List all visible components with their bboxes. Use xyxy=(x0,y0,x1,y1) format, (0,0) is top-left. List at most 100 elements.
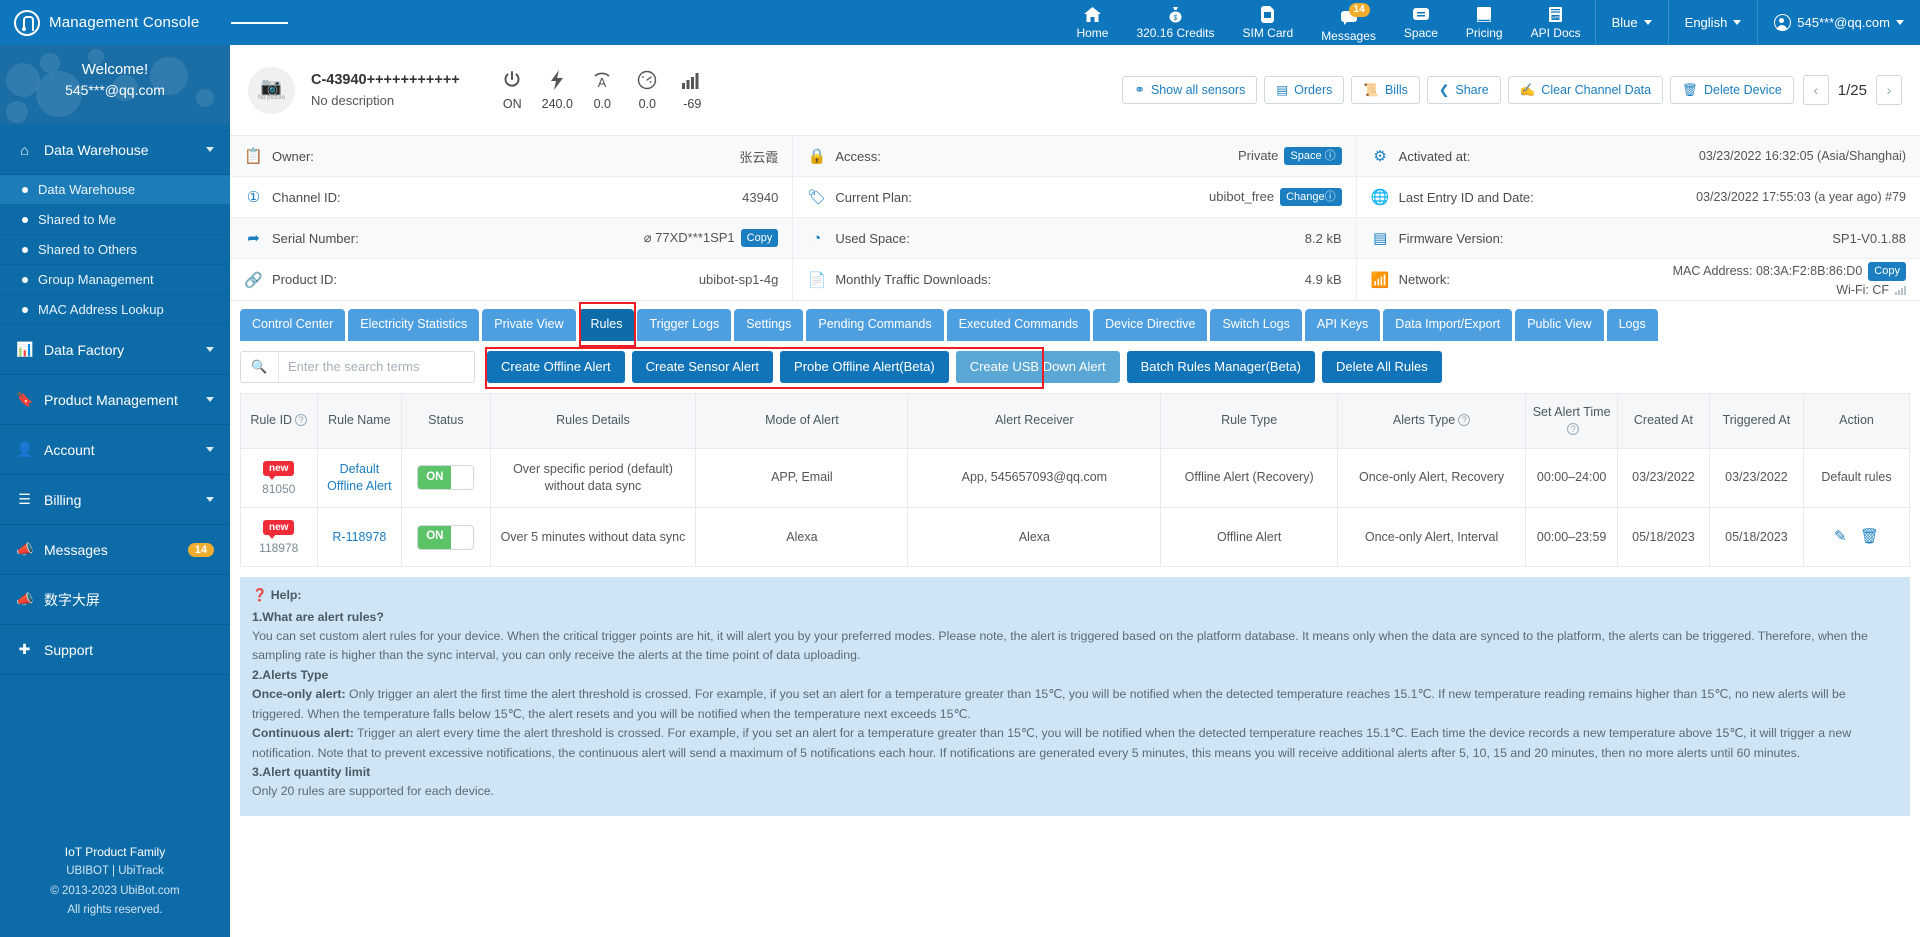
sidebar-footer: IoT Product Family UBIBOT | UbiTrack © 2… xyxy=(0,828,230,937)
account-menu-label: 545***@qq.com xyxy=(1797,15,1890,30)
tab-pending-commands[interactable]: Pending Commands xyxy=(806,309,944,341)
tab-trigger-logs[interactable]: Trigger Logs xyxy=(637,309,732,341)
user-icon: 👤 xyxy=(16,441,34,457)
delete-device-button[interactable]: 🗑 Delete Device xyxy=(1670,75,1794,105)
create-usb-down-alert-button[interactable]: Create USB Down Alert xyxy=(955,350,1120,384)
sidebar-subitem-group-management[interactable]: Group Management xyxy=(0,265,230,295)
sidebar-item-messages[interactable]: 📣 Messages 14 xyxy=(0,525,230,574)
status-toggle[interactable]: ON xyxy=(417,465,475,491)
sidebar-item-data-warehouse[interactable]: ⌂ Data Warehouse xyxy=(0,125,230,174)
tab-device-directive[interactable]: Device Directive xyxy=(1093,309,1208,341)
topnav-credits[interactable]: $ 320.16 Credits xyxy=(1122,0,1228,45)
chevron-down-icon xyxy=(206,347,214,352)
support-icon: ✚ xyxy=(18,641,31,657)
theme-selector[interactable]: Blue xyxy=(1594,0,1668,45)
rules-table-body: new 81050 Default Offline Alert ON Over … xyxy=(240,447,1911,568)
pager-prev-button[interactable]: ‹ xyxy=(1802,75,1829,105)
device-stat-signal-value: -69 xyxy=(683,97,702,111)
sidebar-item-billing[interactable]: ☰ Billing xyxy=(0,475,230,524)
topnav-apidocs[interactable]: API API Docs xyxy=(1517,0,1595,45)
show-all-sensors-button[interactable]: ⚭ Show all sensors xyxy=(1122,75,1258,105)
sidebar-item-digital-screen[interactable]: 📣 数字大屏 xyxy=(0,575,230,624)
device-stat-signal: -69 xyxy=(672,69,713,111)
account-menu[interactable]: 545***@qq.com xyxy=(1757,0,1920,45)
tab-control-center[interactable]: Control Center xyxy=(240,309,346,341)
sidebar-item-account-label: Account xyxy=(44,441,95,458)
share-button[interactable]: ❮ Share xyxy=(1426,75,1501,105)
cell-alert-receiver: App, 545657093@qq.com xyxy=(907,447,1162,508)
clear-channel-data-button[interactable]: ✍ Clear Channel Data xyxy=(1507,75,1664,105)
cell-mode-of-alert: APP, Email xyxy=(695,447,909,508)
topnav-messages[interactable]: 14 Messages xyxy=(1307,0,1390,45)
tab-public-view[interactable]: Public View xyxy=(1515,309,1604,341)
money-bag-icon: $ xyxy=(1168,6,1183,24)
help-icon[interactable]: ? xyxy=(1458,414,1471,427)
camera-icon: 📷 xyxy=(260,77,283,96)
gauge-icon xyxy=(637,69,657,91)
tab-rules[interactable]: Rules xyxy=(578,309,635,341)
search-input[interactable] xyxy=(279,359,474,375)
welcome-user: 545***@qq.com xyxy=(65,82,165,98)
probe-offline-alert-button[interactable]: Probe Offline Alert(Beta) xyxy=(780,350,949,384)
brand[interactable]: Management Console xyxy=(0,0,230,45)
sidebar-subitem-shared-to-others[interactable]: Shared to Others xyxy=(0,235,230,265)
tab-private-view[interactable]: Private View xyxy=(482,309,576,341)
language-selector[interactable]: English xyxy=(1667,0,1758,45)
sidebar-item-support[interactable]: ✚ Support xyxy=(0,625,230,674)
pie-icon: ◔ xyxy=(812,229,822,247)
help-icon[interactable]: ? xyxy=(295,414,308,427)
cell-created-at: 05/18/2023 xyxy=(1617,506,1710,568)
cell-rule-id: new 118978 xyxy=(240,506,318,568)
create-sensor-alert-button[interactable]: Create Sensor Alert xyxy=(631,350,774,384)
search-box[interactable]: 🔍 xyxy=(240,350,475,383)
footer-product-family: IoT Product Family xyxy=(64,844,166,859)
topnav-home[interactable]: Home xyxy=(1062,0,1122,45)
tab-electricity-statistics[interactable]: Electricity Statistics xyxy=(348,309,480,341)
layers-icon: ☰ xyxy=(18,491,31,507)
tab-settings[interactable]: Settings xyxy=(734,309,804,341)
sidebar-item-product-management[interactable]: 🔖 Product Management xyxy=(0,375,230,424)
topnav-simcard[interactable]: SIM Card xyxy=(1229,0,1308,45)
tab-data-import-export[interactable]: Data Import/Export xyxy=(1383,309,1513,341)
status-toggle[interactable]: ON xyxy=(417,524,475,550)
device-picture-placeholder[interactable]: 📷 No picture xyxy=(248,66,295,114)
trash-icon[interactable]: 🗑 xyxy=(1860,528,1879,545)
rules-table-head: Rule ID? Rule Name Status Rules Details … xyxy=(240,393,1911,449)
copy-serial-button[interactable]: Copy xyxy=(740,228,779,248)
bills-button[interactable]: 📜 Bills xyxy=(1351,75,1420,105)
help-panel: ❓ Help: 1.What are alert rules? You can … xyxy=(240,577,1910,816)
tab-executed-commands[interactable]: Executed Commands xyxy=(946,309,1091,341)
topnav-pricing[interactable]: Pricing xyxy=(1452,0,1517,45)
sidebar-item-account[interactable]: 👤 Account xyxy=(0,425,230,474)
help-icon[interactable]: ? xyxy=(1567,422,1580,435)
sidebar-subitem-data-warehouse[interactable]: Data Warehouse xyxy=(0,175,230,205)
link-icon: 🔗 xyxy=(244,271,263,289)
svg-text:API: API xyxy=(1552,15,1559,20)
batch-rules-manager-button[interactable]: Batch Rules Manager(Beta) xyxy=(1126,350,1315,384)
orders-button[interactable]: ▤ Orders xyxy=(1264,75,1345,105)
copy-mac-button[interactable]: Copy xyxy=(1868,262,1906,281)
change-plan-chip-button[interactable]: Changeⓘ xyxy=(1280,187,1342,207)
cell-alert-receiver: Alexa xyxy=(907,506,1162,568)
sidebar-subitem-shared-to-me[interactable]: Shared to Me xyxy=(0,205,230,235)
rule-name-link[interactable]: R-118978 xyxy=(332,530,386,544)
th-rules-details: Rules Details xyxy=(489,393,697,449)
th-status: Status xyxy=(401,393,491,449)
th-set-alert-time-label: Set Alert Time xyxy=(1532,405,1611,420)
sidebar-item-data-factory[interactable]: 📊 Data Factory xyxy=(0,325,230,374)
tab-switch-logs[interactable]: Switch Logs xyxy=(1210,309,1302,341)
rule-name-link[interactable]: Default Offline Alert xyxy=(327,462,391,493)
tab-logs[interactable]: Logs xyxy=(1606,309,1658,341)
info-firmware-version: ▤ Firmware Version: SP1-V0.1.88 xyxy=(1356,218,1920,259)
delete-all-rules-button[interactable]: Delete All Rules xyxy=(1321,350,1442,384)
info-mac-address-value: MAC Address: 08:3A:F2:8B:86:D0 xyxy=(1672,264,1863,279)
topnav-space[interactable]: Space xyxy=(1390,0,1452,45)
menu-toggle-icon[interactable] xyxy=(230,0,288,45)
space-chip-button[interactable]: Space ⓘ xyxy=(1284,146,1342,166)
tab-api-keys[interactable]: API Keys xyxy=(1304,309,1381,341)
edit-icon[interactable]: ✎ xyxy=(1834,528,1847,545)
pager-next-button[interactable]: › xyxy=(1876,75,1902,105)
create-offline-alert-button[interactable]: Create Offline Alert xyxy=(487,350,625,384)
sidebar-subitem-data-warehouse-label: Data Warehouse xyxy=(38,182,136,197)
sidebar-subitem-mac-address-lookup[interactable]: MAC Address Lookup xyxy=(0,295,230,325)
